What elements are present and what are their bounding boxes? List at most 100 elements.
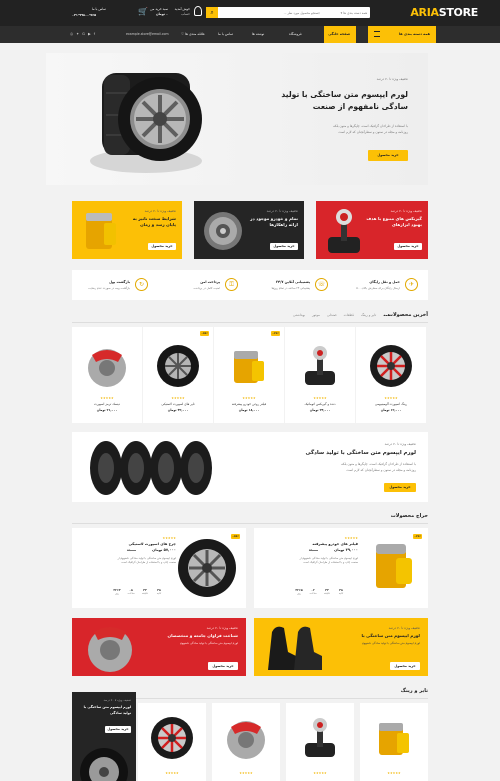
promo-3-button[interactable]: خرید محصول <box>148 243 176 250</box>
product-card[interactable]: -۱۵٪ ★★★★★ تایر های اسپورت لاستیکی ۳۲,۰۰۰ ت… <box>143 327 213 423</box>
product-image <box>297 343 343 390</box>
deal-2-stars: ★★★★★ <box>162 536 176 540</box>
nav-home-label: صفحه خانگی <box>328 32 350 36</box>
promo-2-button[interactable]: خرید محصول <box>270 243 298 250</box>
phone[interactable]: تماس با ما ۰۲۱-۹۹۸۰۰-۷۶۵ <box>72 6 106 20</box>
deal-1-count-d: ۳۲۶۵ روز <box>295 588 303 595</box>
product-image <box>155 343 201 390</box>
product-card[interactable]: ★★★★★ دنده و گیربکس اتوماتیک ۲۴,۰۰۰ تومان <box>285 327 355 423</box>
top-header: ARIASTORE ⌕ همه دسته بندی ها ▾ 🛒 سبد خری… <box>0 0 500 26</box>
account[interactable]: خوش آمدید حساب <box>168 6 202 20</box>
logo-left: ARIA <box>410 6 439 19</box>
tires-title: تایر و رینگ <box>400 688 428 694</box>
promo-1-button[interactable]: خرید محصول <box>394 243 422 250</box>
deal-1-old: ۴۴,۰۰۰ <box>308 548 318 552</box>
promo-3-title-1: شرایط سخت تاثیر به <box>132 216 176 221</box>
search-button[interactable]: ⌕ <box>206 7 218 18</box>
feature-3-title: پرداخت امن <box>200 280 220 284</box>
bottom-promo-2-title: شناخت فراوان جامعه و متخصصان <box>167 633 238 638</box>
product-name[interactable]: فیلتر روغن خودرو پیشرفته <box>210 402 288 406</box>
product-name[interactable]: دنده و گیربکس اتوماتیک <box>281 402 359 406</box>
hero-banner: تخفیف ویژه تا ۷۰ درصد لورم ایپسوم متن سا… <box>46 53 428 185</box>
latest-title: آخرین محصولات <box>387 312 428 318</box>
deal-card-1[interactable]: -۱۷٪ ★★★★★ فیلتر های خودرو پیشرفته ۳۹,۰۰… <box>254 528 428 608</box>
deal-1-desc: لورم ایپسوم متن ساختگی با تولید سادگی نا… <box>299 556 358 565</box>
nav-email[interactable]: example.store@email.com <box>126 32 169 36</box>
product-image <box>297 715 343 762</box>
cart[interactable]: 🛒 سبد خرید من ۰ تومان <box>138 6 168 20</box>
nav-item-posts[interactable]: نوشته ها <box>252 32 264 36</box>
feature-2-sub: پشتیبانی ۲۴ ساعته در تمام روزها <box>271 286 310 290</box>
deal-1-count-h: ۰۲ ساعت <box>309 588 317 595</box>
product-card[interactable]: ★★★★★ <box>138 703 206 781</box>
deal-card-2[interactable]: -۱۵٪ ★★★★★ چرخ های اسپورت لاستیکی ۵۷,۰۰۰… <box>72 528 246 608</box>
clutch-image <box>204 212 242 250</box>
tab-tires[interactable]: تایر و رینگ <box>361 313 376 317</box>
nav-wishlist[interactable]: علاقه مندی ها ♡ <box>181 32 205 36</box>
latest-divider <box>72 322 428 323</box>
tires-side-title-1: لورم ایپسوم متن ساختگی با <box>83 705 131 709</box>
tires-side-tagline: تخفیف ویژه تا ۷۰ درصد <box>103 698 131 702</box>
product-price: ۲۴,۰۰۰ تومان <box>309 408 331 412</box>
deal-1-price: ۳۹,۰۰۰ تومان <box>334 548 358 552</box>
search-bar: ⌕ همه دسته بندی ها ▾ <box>206 7 370 18</box>
mid-buy-button[interactable]: خرید محصول <box>384 483 416 492</box>
cart-total: ۰ تومان <box>155 12 168 16</box>
logo[interactable]: ARIASTORE <box>410 6 478 19</box>
hero-title-1: لورم ایپسوم متن ساختگی با تولید <box>281 90 408 99</box>
nav-item-home[interactable]: صفحه خانگی <box>324 26 356 43</box>
tires-side-button[interactable]: خرید محصول <box>105 726 131 733</box>
mid-title: لورم ایپسوم متن ساختگی با تولید سادگی <box>305 450 416 456</box>
product-name[interactable]: دیسک ترمز اسپورت <box>68 402 146 406</box>
product-card[interactable]: ★★★★★ رینگ اسپورت آلومینیومی ۱۲,۰۰۰ تومان <box>356 327 426 423</box>
product-card[interactable]: ★★★★★ دیسک ترمز اسپورت ۲۱,۰۰۰ تومان <box>72 327 142 423</box>
deal-1-badge: -۱۷٪ <box>413 534 422 539</box>
promo-2-title-2: ارائه راهکارها <box>269 222 299 227</box>
product-card[interactable]: ★★★★★ <box>212 703 280 781</box>
tab-parts[interactable]: قطعات <box>344 313 354 317</box>
product-name[interactable]: تایر های اسپورت لاستیکی <box>139 402 217 406</box>
product-image <box>223 715 269 762</box>
menu-icon <box>374 31 380 37</box>
product-image <box>226 343 272 390</box>
deals-divider <box>72 523 428 524</box>
product-card[interactable]: ★★★★★ <box>360 703 428 781</box>
deals-title: حراج محصولات <box>390 513 428 519</box>
nav-item-shop[interactable]: فروشگاه <box>289 32 302 36</box>
tab-health[interactable]: بهداشتی <box>293 313 305 317</box>
category-select[interactable]: همه دسته بندی ها ▾ <box>341 11 367 15</box>
nav-item-contact[interactable]: تماس با ما <box>218 32 233 36</box>
features-bar: ✈ حمل و نقل رایگان ارسال رایگان برای سفا… <box>72 270 428 300</box>
bottom-promo-2-tagline: تخفیف ویژه تا ۷۰ درصد <box>206 626 238 630</box>
tab-engine[interactable]: موتور <box>312 313 320 317</box>
deal-2-count-h: ۰۸ ساعت <box>127 588 135 595</box>
tab-seats[interactable]: صندلی <box>327 313 337 317</box>
tab-all[interactable]: همه <box>383 313 390 317</box>
brake-disc-image <box>88 627 132 672</box>
product-card[interactable]: -۱۷٪ ★★★★★ فیلتر روغن خودرو پیشرفته ۱۸,۰۰۰ … <box>214 327 284 423</box>
page: ARIASTORE ⌕ همه دسته بندی ها ▾ 🛒 سبد خری… <box>0 0 500 781</box>
hero-buy-button[interactable]: خرید محصول <box>368 150 408 161</box>
product-price: ۱۲,۰۰۰ تومان <box>380 408 402 412</box>
product-card[interactable]: ★★★★★ <box>286 703 354 781</box>
plane-icon: ✈ <box>405 278 418 291</box>
search-input[interactable] <box>220 7 320 18</box>
promo-2-tagline: تخفیف ویژه تا ۷۰ درصد <box>266 209 298 213</box>
all-categories-button[interactable]: همه دسته بندی ها <box>368 26 436 43</box>
product-image <box>149 715 195 762</box>
latest-tabs: همه تایر و رینگ قطعات صندلی موتور بهداشت… <box>293 313 390 317</box>
cart-label: سبد خرید من <box>150 7 168 11</box>
oil-filter-image <box>86 213 116 249</box>
product-name[interactable]: رینگ اسپورت آلومینیومی <box>352 402 430 406</box>
facebook-icon[interactable]: f <box>94 32 98 36</box>
tires-side-image <box>80 748 128 781</box>
bottom-promo-1-button[interactable]: خرید محصول <box>390 662 420 670</box>
product-badge: -۱۵٪ <box>200 331 209 336</box>
deal-2-name: چرخ های اسپورت لاستیکی <box>128 542 176 546</box>
product-stars: ★★★★★ <box>171 396 185 400</box>
bottom-promo-2-button[interactable]: خرید محصول <box>208 662 238 670</box>
promo-3-title-2: پایان رسد و زمان <box>140 222 176 227</box>
account-sub: حساب <box>181 12 190 16</box>
tires-side-banner: تخفیف ویژه تا ۷۰ درصد لورم ایپسوم متن سا… <box>72 692 136 781</box>
product-stars: ★★★★★ <box>100 396 114 400</box>
